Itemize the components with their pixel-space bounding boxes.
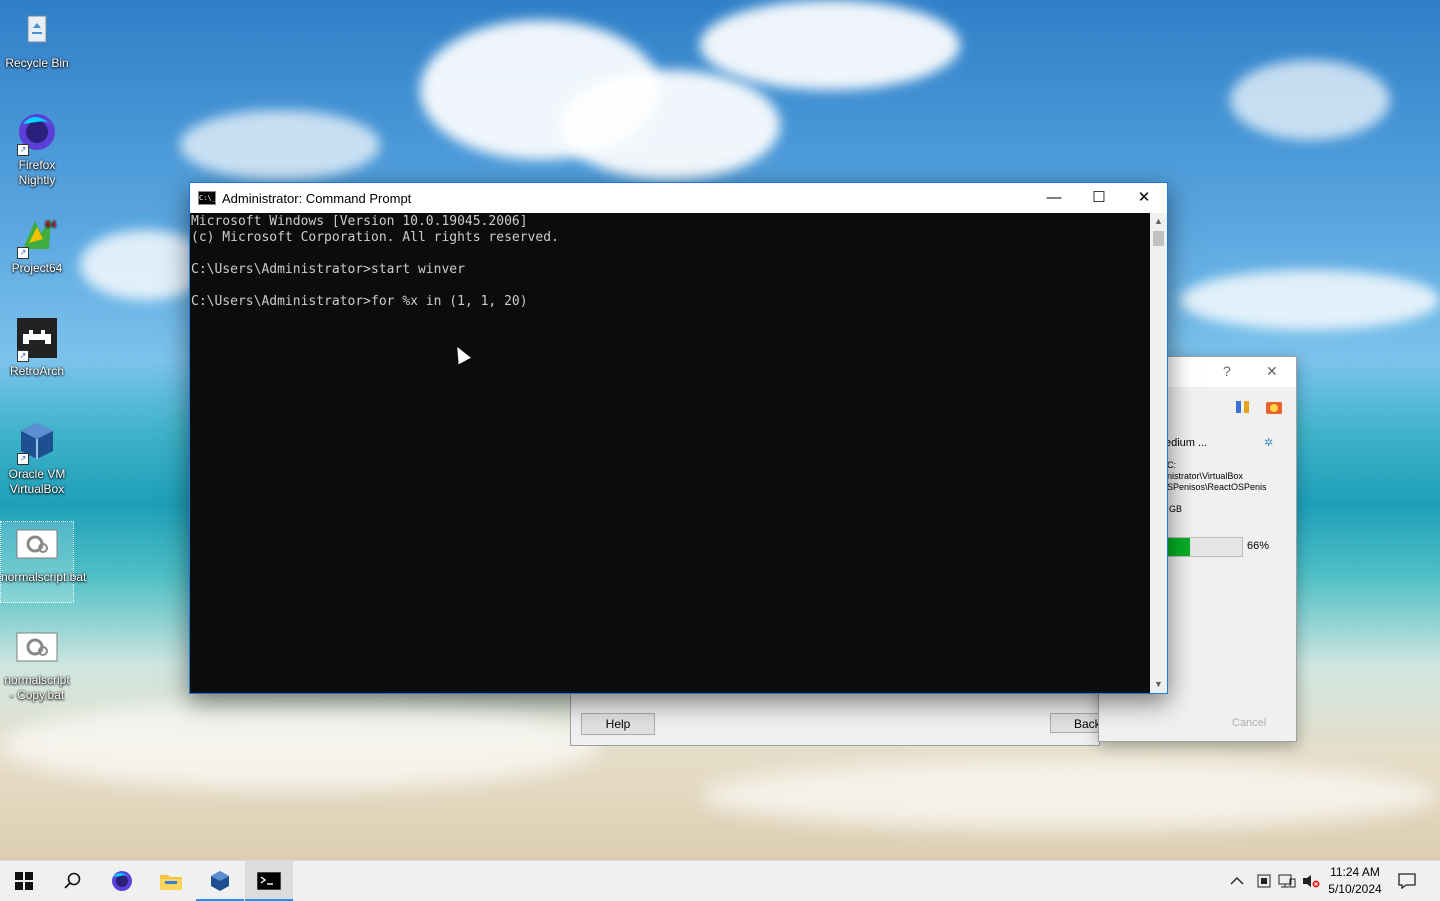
taskbar-clock[interactable]: 11:24 AM 5/10/2024 bbox=[1322, 864, 1388, 898]
cmd-titlebar[interactable]: C:\_ Administrator: Command Prompt — ☐ ✕ bbox=[190, 183, 1167, 213]
desktop-icon-normalscript-bat[interactable]: normalscript.bat bbox=[0, 521, 87, 603]
scroll-thumb[interactable] bbox=[1153, 231, 1164, 246]
taskbar-virtualbox[interactable] bbox=[196, 861, 244, 901]
folder-compare-icon[interactable] bbox=[1235, 399, 1251, 415]
action-center-button[interactable] bbox=[1398, 861, 1416, 901]
cmd-app-icon: C:\_ bbox=[198, 191, 216, 205]
firefox-nightly-icon: ↗ bbox=[15, 110, 59, 156]
desktop-icon-firefox-nightly[interactable]: ↗ Firefox Nightly bbox=[1, 110, 73, 188]
taskbar-firefox-nightly[interactable] bbox=[98, 861, 146, 901]
search-icon bbox=[64, 872, 81, 889]
batch-file-icon bbox=[15, 522, 59, 566]
desktop-icon-label: Recycle Bin bbox=[5, 56, 69, 70]
close-button[interactable]: ✕ bbox=[1121, 183, 1167, 213]
console-line: C:\Users\Administrator>start winver bbox=[191, 262, 465, 277]
firefox-nightly-icon bbox=[112, 871, 132, 891]
scroll-down-arrow-icon[interactable]: ▼ bbox=[1150, 676, 1167, 693]
desktop-icon-project64[interactable]: 64 ↗ Project64 bbox=[1, 213, 73, 276]
virtualbox-icon bbox=[211, 871, 229, 891]
taskbar-file-explorer[interactable] bbox=[147, 861, 195, 901]
cloud bbox=[700, 0, 960, 90]
windows-logo-icon bbox=[15, 872, 33, 890]
tray-vm-icon[interactable] bbox=[1256, 861, 1272, 901]
folder-icon bbox=[160, 875, 182, 890]
tray-volume[interactable] bbox=[1302, 861, 1320, 901]
size-label: GB bbox=[1169, 504, 1183, 514]
cancel-button[interactable]: Cancel bbox=[1232, 717, 1266, 729]
volume-muted-icon bbox=[1303, 875, 1320, 888]
taskbar: 11:24 AM 5/10/2024 bbox=[0, 860, 1440, 901]
desktop-icon-normalscript-copy-bat[interactable]: normalscript - Copy.bat bbox=[1, 625, 73, 703]
command-prompt-icon bbox=[257, 872, 281, 890]
batch-file-icon bbox=[15, 625, 59, 669]
maximize-button[interactable]: ☐ bbox=[1076, 183, 1122, 213]
chevron-up-icon bbox=[1230, 877, 1244, 885]
desktop-icon-label: Firefox Nightly bbox=[18, 158, 56, 187]
scroll-up-arrow-icon[interactable]: ▲ bbox=[1150, 213, 1167, 230]
desktop-icon-label: RetroArch bbox=[9, 364, 65, 378]
cloud bbox=[180, 110, 380, 180]
vertical-scrollbar[interactable]: ▲ ▼ bbox=[1150, 213, 1167, 693]
virtualbox-icon: ↗ bbox=[15, 419, 59, 465]
desktop-icon-recycle-bin[interactable]: Recycle Bin bbox=[1, 8, 73, 71]
minimize-button[interactable]: — bbox=[1031, 183, 1077, 213]
retroarch-icon: ↗ bbox=[15, 316, 59, 362]
svg-text:64: 64 bbox=[45, 220, 57, 230]
wave-foam bbox=[0, 700, 600, 790]
medium-label: edium ... bbox=[1165, 437, 1208, 449]
clock-date: 5/10/2024 bbox=[1328, 882, 1382, 896]
cloud bbox=[1230, 60, 1390, 140]
console-line: C:\Users\Administrator>for %x in (1, 1, … bbox=[191, 294, 528, 309]
network-icon bbox=[1278, 874, 1296, 888]
start-button[interactable] bbox=[0, 861, 48, 901]
progress-bar bbox=[1167, 537, 1243, 557]
project64-icon: 64 ↗ bbox=[15, 213, 59, 259]
cloud bbox=[1180, 270, 1440, 330]
tray-network[interactable] bbox=[1278, 861, 1296, 901]
settings-small-icon[interactable]: ✲ bbox=[1264, 436, 1273, 449]
recycle-bin-icon bbox=[15, 8, 59, 52]
desktop-icon-label: Project64 bbox=[11, 261, 63, 275]
cloud bbox=[560, 70, 780, 180]
vbox-close-button[interactable]: ✕ bbox=[1266, 363, 1278, 380]
snapshot-icon[interactable] bbox=[1265, 399, 1283, 415]
desktop-icon-label: normalscript - Copy.bat bbox=[4, 673, 70, 702]
path-line: SPenisos\ReactOSPenis bbox=[1167, 482, 1267, 492]
device-icon bbox=[1257, 874, 1271, 888]
clock-time: 11:24 AM bbox=[1330, 865, 1380, 879]
path-line: C: bbox=[1167, 460, 1176, 470]
taskbar-command-prompt[interactable] bbox=[245, 861, 293, 901]
command-prompt-window[interactable]: C:\_ Administrator: Command Prompt — ☐ ✕… bbox=[189, 182, 1168, 694]
progress-fill bbox=[1168, 538, 1191, 556]
help-button[interactable]: Help bbox=[581, 713, 655, 735]
progress-percent: 66% bbox=[1247, 540, 1270, 552]
show-hidden-icons[interactable] bbox=[1230, 861, 1244, 901]
console-line: Microsoft Windows [Version 10.0.19045.20… bbox=[191, 214, 528, 229]
desktop-icon-label: Oracle VM VirtualBox bbox=[8, 467, 66, 496]
path-line: nistrator\VirtualBox bbox=[1167, 471, 1243, 481]
console-output[interactable]: Microsoft Windows [Version 10.0.19045.20… bbox=[190, 213, 1151, 694]
search-button[interactable] bbox=[48, 861, 96, 901]
desktop-icon-virtualbox[interactable]: ↗ Oracle VM VirtualBox bbox=[1, 419, 73, 497]
desktop-icon-retroarch[interactable]: ↗ RetroArch bbox=[1, 316, 73, 379]
wave-foam bbox=[700, 760, 1440, 830]
console-line: (c) Microsoft Corporation. All rights re… bbox=[191, 230, 559, 245]
desktop-icon-label: normalscript.bat bbox=[1, 570, 87, 584]
cmd-title: Administrator: Command Prompt bbox=[222, 190, 412, 206]
virtualbox-wizard-footer: Help Back bbox=[570, 690, 1110, 746]
help-question-button[interactable]: ? bbox=[1223, 363, 1231, 379]
notification-icon bbox=[1398, 873, 1416, 889]
